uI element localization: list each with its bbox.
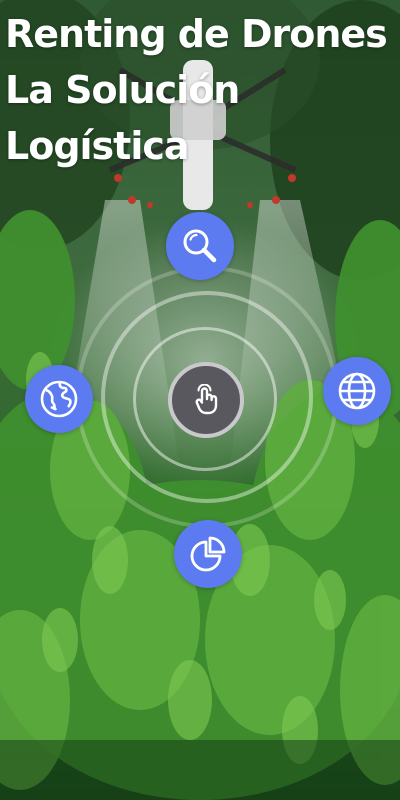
globe-icon — [338, 372, 376, 410]
title-line-1: Renting de Drones — [5, 12, 388, 56]
title-line-2: La Solución — [5, 68, 240, 112]
app-screen: Renting de Drones La Solución Logística — [0, 0, 400, 800]
search-icon — [183, 229, 217, 263]
chart-button[interactable] — [174, 520, 242, 588]
pie-chart-icon — [190, 536, 226, 572]
globe-button[interactable] — [323, 357, 391, 425]
earth-icon — [40, 380, 78, 418]
title-line-3: Logística — [5, 124, 190, 168]
tap-hand-icon — [195, 384, 218, 415]
search-button[interactable] — [166, 212, 234, 280]
page-title: Renting de Drones La Solución Logística — [5, 6, 397, 174]
earth-button[interactable] — [25, 365, 93, 433]
center-menu-button[interactable] — [168, 362, 244, 438]
